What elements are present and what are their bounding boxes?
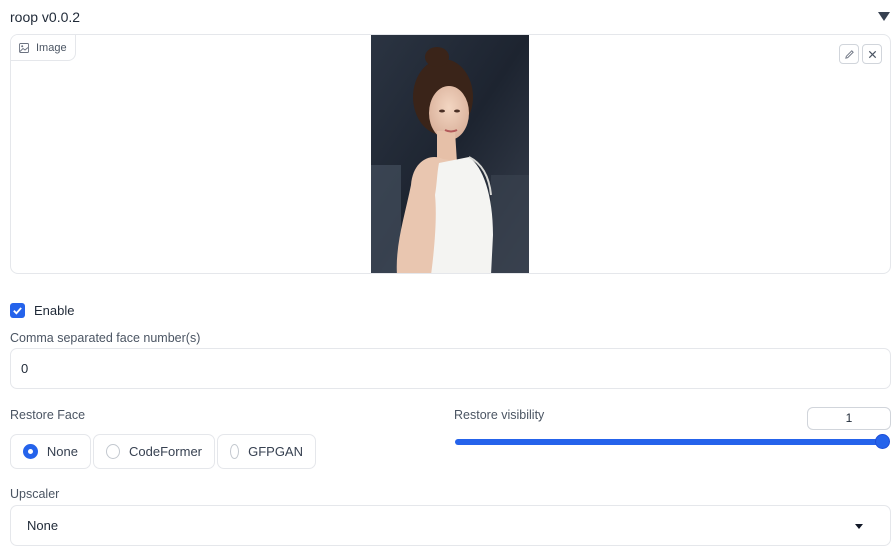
accordion-title: roop v0.0.2 — [10, 9, 81, 25]
checkmark-icon — [13, 307, 22, 315]
caret-down-icon — [855, 524, 863, 529]
radio-unselected-icon — [230, 444, 240, 459]
radio-label: CodeFormer — [129, 444, 202, 459]
face-numbers-label: Comma separated face number(s) — [10, 331, 201, 345]
image-label-text: Image — [36, 41, 67, 54]
image-upload-panel[interactable]: Image — [10, 34, 891, 274]
restore-face-label: Restore Face — [10, 408, 86, 422]
face-numbers-input[interactable] — [10, 348, 891, 389]
radio-label: GFPGAN — [248, 444, 303, 459]
restore-face-option-gfpgan[interactable]: GFPGAN — [217, 434, 316, 469]
image-controls — [839, 44, 882, 64]
enable-checkbox[interactable] — [10, 303, 25, 318]
upscaler-select[interactable]: None — [10, 505, 891, 546]
upscaler-label: Upscaler — [10, 487, 60, 501]
accordion-header[interactable]: roop v0.0.2 — [10, 7, 890, 27]
restore-face-option-none[interactable]: None — [10, 434, 91, 469]
restore-visibility-label: Restore visibility — [454, 408, 545, 422]
uploaded-photo — [371, 35, 529, 273]
upscaler-value: None — [27, 518, 59, 533]
pencil-icon — [844, 49, 854, 59]
radio-selected-icon — [23, 444, 38, 459]
triangle-down-icon[interactable] — [878, 12, 890, 21]
restore-visibility-number[interactable]: 1 — [807, 407, 891, 430]
image-label-tag: Image — [11, 35, 76, 61]
slider-thumb[interactable] — [875, 434, 890, 449]
close-icon — [868, 50, 876, 58]
image-icon — [19, 42, 29, 53]
enable-label: Enable — [34, 303, 75, 318]
radio-label: None — [46, 444, 78, 459]
enable-row: Enable — [10, 303, 74, 318]
clear-image-button[interactable] — [862, 44, 882, 64]
restore-visibility-slider[interactable] — [455, 439, 888, 445]
restore-face-option-codeformer[interactable]: CodeFormer — [93, 434, 215, 469]
radio-unselected-icon — [106, 444, 121, 459]
edit-image-button[interactable] — [839, 44, 859, 64]
restore-face-radio-group: None CodeFormer GFPGAN — [10, 434, 316, 469]
